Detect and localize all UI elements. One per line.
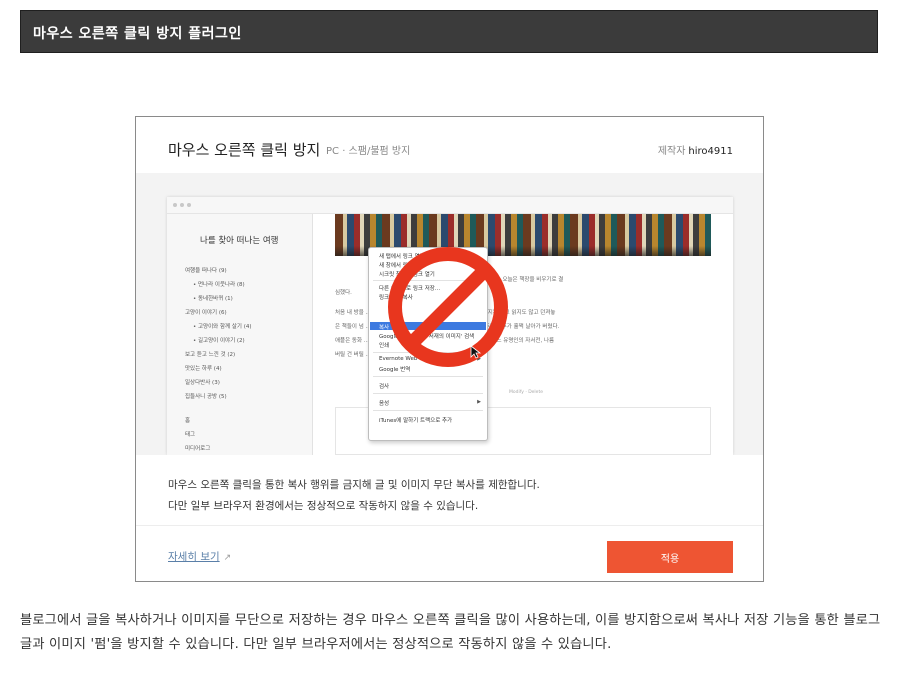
no-entry-slash	[406, 265, 490, 349]
context-menu-divider	[373, 393, 483, 394]
sidebar-category: 고양이 이야기 (6)	[185, 310, 227, 316]
preview-blog-title: 나를 찾아 떠나는 여행	[200, 236, 279, 246]
card-divider	[136, 525, 763, 526]
card-author: 제작자 hiro4911	[658, 142, 733, 157]
more-info-label: 자세히 보기	[168, 551, 220, 563]
more-info-link[interactable]: 자세히 보기 ↗	[168, 549, 231, 564]
mouse-cursor-icon	[470, 345, 482, 359]
context-menu-item: 음성	[379, 401, 390, 407]
window-dot-icon	[187, 203, 191, 207]
submenu-arrow-icon: ▶	[477, 399, 481, 405]
plugin-card: 마우스 오른쪽 클릭 방지 PC · 스팸/불펌 방지 제작자 hiro4911 …	[135, 116, 764, 582]
sidebar-category: • 동네한바퀴 (1)	[193, 296, 233, 302]
sidebar-category: • 먼나라 이웃나라 (8)	[193, 282, 245, 288]
context-menu-item: iTunes에 말하기 트랙으로 추가	[379, 418, 453, 424]
author-label: 제작자	[657, 146, 686, 157]
preview-blog-sidebar: 나를 찾아 떠나는 여행 여행을 떠나다 (9) • 먼나라 이웃나라 (8) …	[167, 214, 313, 455]
sidebar-category: 보고 듣고 느낀 것 (2)	[185, 352, 236, 358]
context-menu-divider	[373, 410, 483, 411]
external-link-icon: ↗	[223, 553, 232, 563]
sidebar-category: • 고양이와 함께 살기 (4)	[193, 324, 252, 330]
context-menu-divider	[373, 376, 483, 377]
post-meta: Modify · Delete	[509, 390, 543, 395]
plugin-description-line: 다만 일부 브라우저 환경에서는 정상적으로 작동하지 않을 수 있습니다.	[168, 500, 479, 512]
sidebar-link: 홈	[185, 418, 191, 424]
sidebar-category: 집들사니 공방 (5)	[185, 394, 227, 400]
sidebar-link: 미디어로그	[185, 446, 211, 452]
sidebar-category: • 길고양이 이야기 (2)	[193, 338, 245, 344]
context-menu-item: 검사	[379, 384, 390, 390]
sidebar-category: 맛있는 하루 (4)	[185, 366, 222, 372]
page-heading-bar: 마우스 오른쪽 클릭 방지 플러그인	[20, 10, 878, 53]
card-title: 마우스 오른쪽 클릭 방지	[168, 141, 321, 159]
sidebar-category: 일상다반사 (3)	[185, 380, 220, 386]
author-name: hiro4911	[688, 146, 733, 157]
sidebar-category: 여행을 떠나다 (9)	[185, 268, 227, 274]
no-entry-icon	[388, 247, 508, 367]
post-text-line: 심했다.	[335, 290, 352, 296]
window-dot-icon	[173, 203, 177, 207]
window-dot-icon	[180, 203, 184, 207]
apply-button[interactable]: 적용	[607, 541, 733, 573]
card-header: 마우스 오른쪽 클릭 방지 PC · 스팸/불펌 방지 제작자 hiro4911	[136, 117, 763, 173]
card-subtitle: PC · 스팸/불펌 방지	[326, 146, 411, 157]
article-paragraph: 블로그에서 글을 복사하거나 이미지를 무단으로 저장하는 경우 마우스 오른쪽…	[20, 613, 881, 652]
browser-titlebar	[167, 197, 733, 214]
page-heading: 마우스 오른쪽 클릭 방지 플러그인	[33, 26, 242, 42]
sidebar-link: 태그	[185, 432, 196, 438]
plugin-description-line: 마우스 오른쪽 클릭을 통한 복사 행위를 금지해 글 및 이미지 무단 복사를…	[168, 479, 540, 491]
